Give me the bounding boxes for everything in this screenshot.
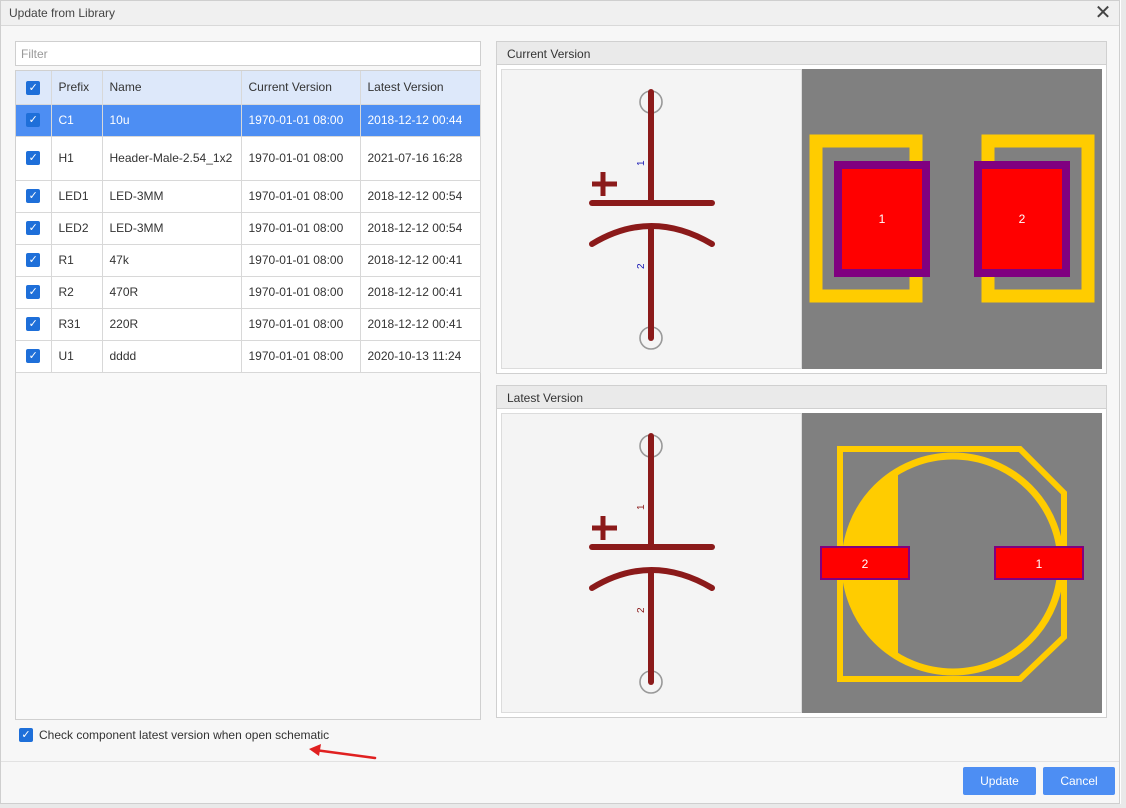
- pad-label-1: 1: [879, 212, 886, 226]
- select-all-checkbox[interactable]: ✓: [26, 80, 41, 95]
- footer-divider: [1, 761, 1119, 762]
- background-window-edge: [0, 804, 1126, 808]
- row-checkbox[interactable]: ✓: [26, 317, 41, 332]
- column-header-prefix[interactable]: Prefix: [51, 71, 103, 105]
- latest-version-panel: Latest Version 1 2 2 1: [496, 385, 1107, 718]
- cell-latest-version: 2020-10-13 11:24: [360, 340, 481, 373]
- cell-current-version: 1970-01-01 08:00: [241, 180, 361, 213]
- cell-latest-version: 2021-07-16 16:28: [360, 136, 481, 181]
- latest-schematic-preview: 1 2: [501, 413, 802, 713]
- current-schematic-preview: 1 2: [501, 69, 802, 369]
- pad-label-2: 2: [862, 557, 869, 571]
- cell-prefix: U1: [51, 340, 103, 373]
- row-checkbox[interactable]: ✓: [26, 221, 41, 236]
- table-row[interactable]: ✓ U1 dddd 1970-01-01 08:00 2020-10-13 11…: [16, 340, 481, 373]
- table-row[interactable]: ✓ C1 10u 1970-01-01 08:00 2018-12-12 00:…: [16, 104, 481, 137]
- capacitor-symbol: 1 2: [589, 433, 715, 694]
- cell-name: LED-3MM: [102, 180, 242, 213]
- background-window-edge: [1121, 0, 1126, 808]
- pin-label-2: 2: [636, 263, 647, 269]
- cell-name: 220R: [102, 308, 242, 341]
- row-checkbox[interactable]: ✓: [26, 349, 41, 364]
- table-row[interactable]: ✓ R1 47k 1970-01-01 08:00 2018-12-12 00:…: [16, 244, 481, 277]
- cell-current-version: 1970-01-01 08:00: [241, 276, 361, 309]
- footprint-0805: 1 2: [809, 134, 1095, 303]
- cell-latest-version: 2018-12-12 00:41: [360, 244, 481, 277]
- table-row[interactable]: ✓ R2 470R 1970-01-01 08:00 2018-12-12 00…: [16, 276, 481, 309]
- footprint-electrolytic: 2 1: [820, 446, 1084, 682]
- table-row[interactable]: ✓ LED1 LED-3MM 1970-01-01 08:00 2018-12-…: [16, 180, 481, 213]
- cell-prefix: R2: [51, 276, 103, 309]
- cell-name: 47k: [102, 244, 242, 277]
- cell-prefix: H1: [51, 136, 103, 181]
- title-bar: Update from Library ✕: [1, 1, 1119, 26]
- cell-current-version: 1970-01-01 08:00: [241, 308, 361, 341]
- component-table: ✓ Prefix Name Current Version Latest Ver…: [15, 70, 481, 720]
- latest-footprint-preview: 2 1: [802, 413, 1102, 713]
- pad-label-1: 1: [1036, 557, 1043, 571]
- cell-current-version: 1970-01-01 08:00: [241, 340, 361, 373]
- cell-current-version: 1970-01-01 08:00: [241, 104, 361, 137]
- cell-current-version: 1970-01-01 08:00: [241, 212, 361, 245]
- row-checkbox[interactable]: ✓: [26, 189, 41, 204]
- latest-version-title: Latest Version: [497, 386, 1106, 409]
- pin-label-2: 2: [636, 607, 647, 613]
- update-button[interactable]: Update: [963, 767, 1036, 795]
- cell-latest-version: 2018-12-12 00:54: [360, 212, 481, 245]
- current-footprint-preview: 1 2: [802, 69, 1102, 369]
- capacitor-symbol: 1 2: [589, 89, 715, 350]
- row-checkbox[interactable]: ✓: [26, 253, 41, 268]
- cell-current-version: 1970-01-01 08:00: [241, 136, 361, 181]
- pad-label-2: 2: [1019, 212, 1026, 226]
- dialog-title: Update from Library: [9, 6, 116, 20]
- current-version-title: Current Version: [497, 42, 1106, 65]
- pin-label-1: 1: [636, 504, 647, 510]
- cell-prefix: R31: [51, 308, 103, 341]
- column-header-latest-version[interactable]: Latest Version: [360, 71, 481, 105]
- cell-name: Header-Male-2.54_1x2: [102, 136, 242, 181]
- close-icon[interactable]: ✕: [1093, 3, 1113, 23]
- cell-latest-version: 2018-12-12 00:54: [360, 180, 481, 213]
- cell-prefix: LED1: [51, 180, 103, 213]
- cell-name: LED-3MM: [102, 212, 242, 245]
- cell-prefix: C1: [51, 104, 103, 137]
- current-version-panel: Current Version 1 2 1 2: [496, 41, 1107, 374]
- cell-latest-version: 2018-12-12 00:41: [360, 276, 481, 309]
- cell-name: 470R: [102, 276, 242, 309]
- column-header-current-version[interactable]: Current Version: [241, 71, 361, 105]
- cell-prefix: R1: [51, 244, 103, 277]
- arrow-annotation-icon: [309, 744, 377, 760]
- row-checkbox[interactable]: ✓: [26, 285, 41, 300]
- select-all-cell[interactable]: ✓: [16, 71, 52, 105]
- table-row[interactable]: ✓ R31 220R 1970-01-01 08:00 2018-12-12 0…: [16, 308, 481, 341]
- row-checkbox[interactable]: ✓: [26, 113, 41, 128]
- update-from-library-dialog: Update from Library ✕ ✓ Prefix Name Curr…: [0, 0, 1120, 804]
- cancel-button[interactable]: Cancel: [1043, 767, 1115, 795]
- check-latest-version-option[interactable]: ✓ Check component latest version when op…: [19, 728, 329, 742]
- cell-name: dddd: [102, 340, 242, 373]
- cell-prefix: LED2: [51, 212, 103, 245]
- cell-latest-version: 2018-12-12 00:44: [360, 104, 481, 137]
- check-latest-version-checkbox[interactable]: ✓: [19, 728, 33, 742]
- cell-name: 10u: [102, 104, 242, 137]
- table-header-row: ✓ Prefix Name Current Version Latest Ver…: [16, 71, 481, 105]
- row-checkbox[interactable]: ✓: [26, 151, 41, 166]
- column-header-name[interactable]: Name: [102, 71, 242, 105]
- filter-input[interactable]: [15, 41, 481, 66]
- table-row[interactable]: ✓ H1 Header-Male-2.54_1x2 1970-01-01 08:…: [16, 136, 481, 181]
- cell-current-version: 1970-01-01 08:00: [241, 244, 361, 277]
- cell-latest-version: 2018-12-12 00:41: [360, 308, 481, 341]
- pin-label-1: 1: [636, 160, 647, 166]
- table-row[interactable]: ✓ LED2 LED-3MM 1970-01-01 08:00 2018-12-…: [16, 212, 481, 245]
- check-latest-version-label: Check component latest version when open…: [39, 728, 330, 742]
